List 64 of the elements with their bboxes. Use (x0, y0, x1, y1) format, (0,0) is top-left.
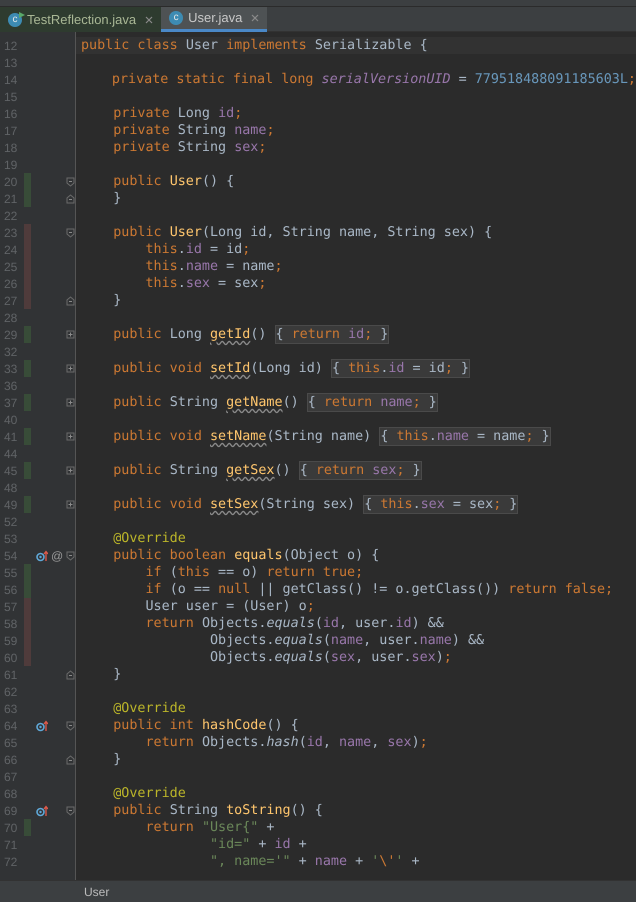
code-text: @Override (112, 700, 186, 717)
close-icon[interactable] (251, 14, 260, 22)
expand-icon[interactable] (66, 432, 75, 442)
code-text: } (112, 190, 122, 207)
code-text: } (112, 292, 122, 309)
collapse-icon[interactable] (66, 176, 75, 186)
code-text: public void setName(String name) (112, 428, 372, 445)
code-text: User user = (User) o; (144, 598, 315, 615)
code-text: public User() { (112, 173, 234, 190)
code-text: Objects.equals(name, user.name) && (208, 632, 484, 649)
folded-code[interactable]: { return name; } (306, 393, 438, 412)
code-text: if (o == null || getClass() != o.getClass()) return false; (144, 581, 614, 598)
code-text: @Override (112, 785, 186, 802)
folded-code[interactable]: { this.name = name; } (379, 427, 551, 446)
annotation-marker[interactable]: @ (51, 550, 64, 562)
code-text: private Long id; (112, 105, 242, 122)
collapse-icon[interactable] (66, 550, 75, 560)
code-text: public void setSex(String sex) (112, 496, 356, 513)
code-text: return Objects.equals(id, user.id) && (144, 615, 444, 632)
code-text: public String getName() (112, 394, 300, 411)
code-text: @Override (112, 530, 186, 547)
collapse-icon[interactable] (66, 228, 75, 238)
code-text: this.sex = sex; (144, 275, 266, 292)
folded-code[interactable]: { return sex; } (298, 461, 422, 480)
code-text: public String toString() { (112, 802, 323, 819)
editor-tab[interactable]: c TestReflection.java (0, 7, 162, 32)
expand-icon[interactable] (66, 398, 75, 408)
code-text: return "User{" + (144, 819, 274, 836)
code-text: Objects.equals(sex, user.sex); (208, 649, 452, 666)
expand-icon[interactable] (66, 364, 75, 374)
code-text: public void setId(Long id) (112, 360, 324, 377)
overrides-icon[interactable] (36, 550, 48, 562)
code-text: } (112, 666, 122, 683)
code-text: public User(Long id, String name, String sex) { (112, 224, 492, 241)
close-icon[interactable] (145, 16, 154, 24)
breadcrumb[interactable]: User (84, 882, 110, 900)
code-text: if (this == o) return true; (144, 564, 364, 581)
folded-code[interactable]: { this.id = id; } (330, 359, 470, 378)
code-text: ", name='" + name + '\'' + (208, 853, 420, 870)
code-text: public String getSex() (112, 462, 292, 479)
expand-icon[interactable] (66, 500, 75, 510)
expand-icon[interactable] (66, 330, 75, 340)
code-text: public Long getId() (112, 326, 268, 343)
expand-icon[interactable] (66, 466, 75, 476)
code-text: private static final long serialVersionUID = 779518488091185603L; (110, 71, 636, 88)
code-text: } (112, 751, 122, 768)
folded-code[interactable]: { return id; } (274, 325, 390, 344)
code-text: public int hashCode() { (112, 717, 299, 734)
code-text: private String name; (112, 122, 274, 139)
folded-code[interactable]: { this.sex = sex; } (363, 495, 518, 514)
code-text: "id=" + id + (208, 836, 307, 853)
code-text: public boolean equals(Object o) { (112, 547, 380, 564)
editor-tab[interactable]: c User.java (161, 7, 268, 32)
class-icon: c (8, 12, 22, 26)
class-icon: c (169, 11, 184, 25)
overrides-icon[interactable] (36, 804, 48, 816)
collapse-icon[interactable] (66, 720, 75, 730)
code-text: this.id = id; (144, 241, 250, 258)
code-text: public class User implements Serializable { (81, 37, 428, 54)
code-text: this.name = name; (144, 258, 283, 275)
collapse-icon[interactable] (66, 806, 75, 816)
overrides-icon[interactable] (36, 720, 48, 732)
code-text: return Objects.hash(id, name, sex); (144, 734, 428, 751)
code-text: private String sex; (112, 139, 266, 156)
